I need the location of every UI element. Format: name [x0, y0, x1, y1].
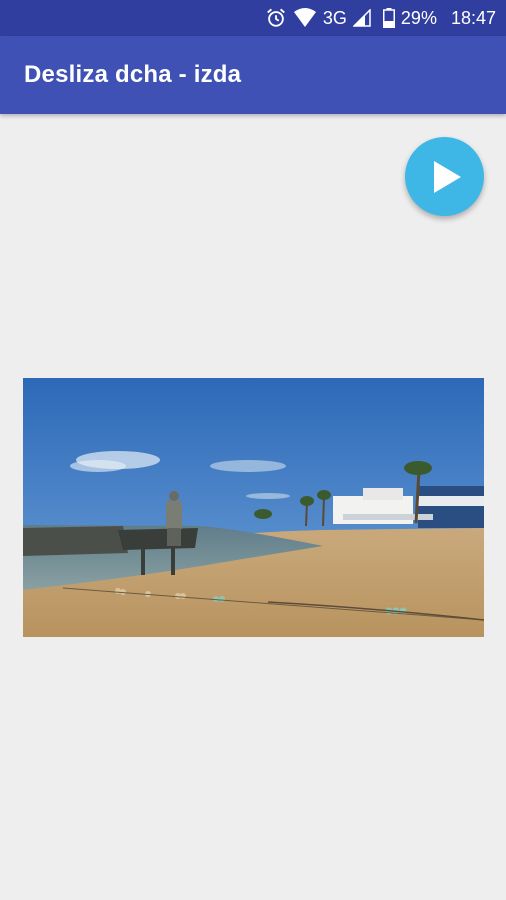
clock-time: 18:47: [450, 7, 496, 28]
battery-percent: 29%: [400, 7, 437, 28]
wifi-icon: [293, 7, 317, 29]
network-type: 3G: [322, 7, 347, 28]
play-button[interactable]: [405, 137, 484, 216]
beach-photo[interactable]: [23, 378, 484, 637]
play-icon: [433, 160, 461, 193]
app-bar: Desliza dcha - izda: [0, 36, 506, 114]
alarm-icon: [265, 7, 287, 29]
page-title: Desliza dcha - izda: [24, 61, 242, 88]
signal-icon: [352, 9, 371, 27]
status-bar: 3G 29% 18:47: [0, 0, 506, 36]
battery-icon: [382, 8, 395, 28]
